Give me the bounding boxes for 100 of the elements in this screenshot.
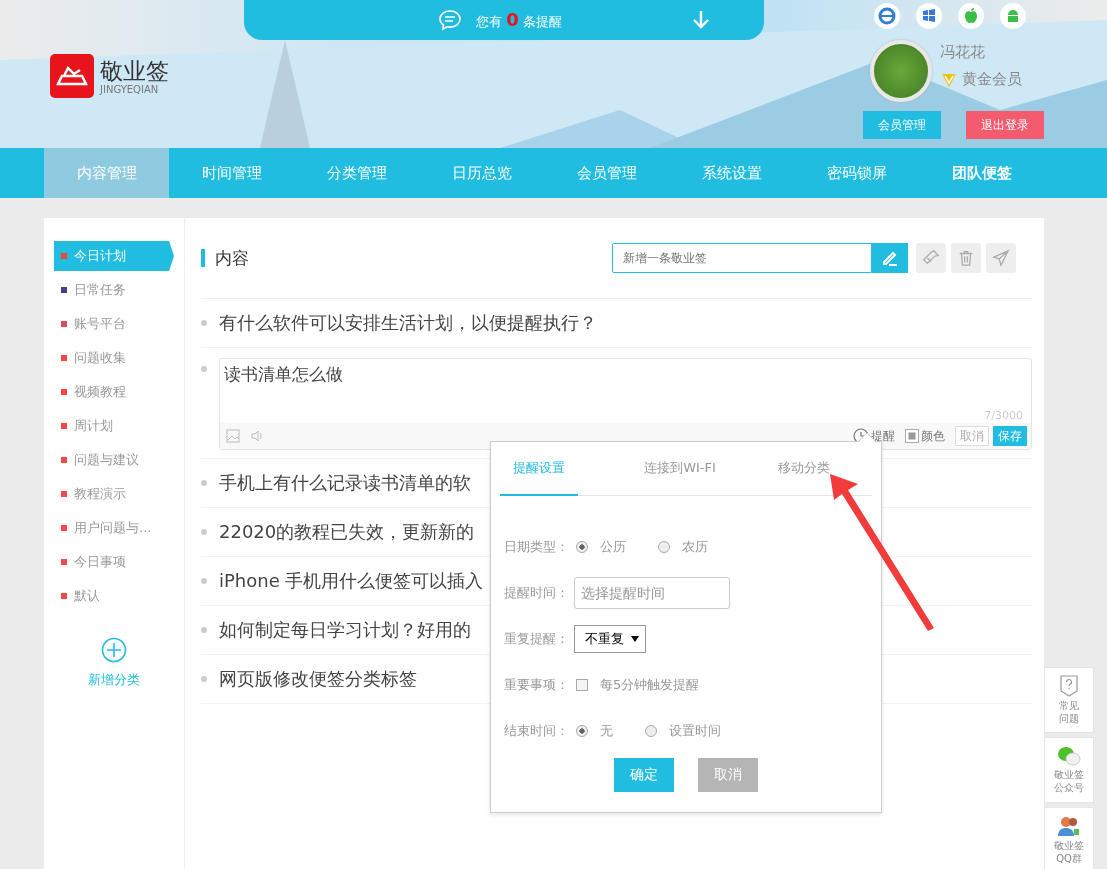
edit-button[interactable] xyxy=(872,243,908,273)
option-label: 每5分钟触发提醒 xyxy=(600,676,700,694)
category-label: 教程演示 xyxy=(74,485,126,503)
field-label: 结束时间： xyxy=(504,722,570,740)
save-button[interactable]: 保存 xyxy=(993,426,1027,446)
category-item[interactable]: 问题与建议 xyxy=(54,445,174,475)
tool-label: 敬业签 xyxy=(1054,839,1084,852)
checkbox[interactable] xyxy=(576,679,588,691)
category-label: 周计划 xyxy=(74,417,113,435)
radio-button[interactable] xyxy=(576,725,588,737)
category-item[interactable]: 今日计划 xyxy=(54,241,174,271)
new-note-field[interactable]: 新增一条敬业签 xyxy=(612,243,872,273)
tool-label: 公众号 xyxy=(1054,781,1084,794)
note-text[interactable]: 网页版修改便签分类标签 xyxy=(219,667,417,691)
popup-button[interactable]: 取消 xyxy=(698,758,758,792)
option-label: 农历 xyxy=(682,538,708,556)
bullet-dot xyxy=(201,366,207,372)
logo-subtitle: JINGYEQIAN xyxy=(100,83,160,95)
field-label: 重要事项： xyxy=(504,676,570,694)
note-text[interactable]: 手机上有什么记录读书清单的软 xyxy=(219,471,471,495)
category-label: 今日计划 xyxy=(74,247,126,265)
dropdown-caret-icon xyxy=(631,636,639,642)
chat-bubble-icon xyxy=(438,9,462,31)
category-item[interactable]: 今日事项 xyxy=(54,547,174,577)
tool-label: 问题 xyxy=(1059,712,1079,725)
note-text[interactable]: 如何制定每日学习计划？好用的 xyxy=(219,618,471,642)
category-label: 视频教程 xyxy=(74,383,126,401)
time-input[interactable]: 选择提醒时间 xyxy=(574,577,730,609)
people-icon xyxy=(1057,815,1081,837)
nav-tab[interactable]: 密码锁屏 xyxy=(794,148,919,198)
down-arrow-icon[interactable] xyxy=(692,10,710,30)
category-item[interactable]: 默认 xyxy=(54,581,174,611)
nav-tab[interactable]: 内容管理 xyxy=(44,148,169,198)
category-label: 今日事项 xyxy=(74,553,126,571)
windows-icon[interactable] xyxy=(916,3,942,29)
delete-button[interactable] xyxy=(951,243,981,273)
note-input[interactable]: 读书清单怎么做 xyxy=(220,359,1031,409)
android-icon[interactable] xyxy=(1000,3,1026,29)
category-item[interactable]: 周计划 xyxy=(54,411,174,441)
field-label: 日期类型： xyxy=(504,538,570,556)
nav-tab[interactable]: 系统设置 xyxy=(669,148,794,198)
category-item[interactable]: 问题收集 xyxy=(54,343,174,373)
bullet-dot xyxy=(201,320,207,326)
category-label: 默认 xyxy=(74,587,100,605)
category-label: 问题收集 xyxy=(74,349,126,367)
trash-icon xyxy=(957,248,975,268)
apple-icon[interactable] xyxy=(958,3,984,29)
note-text[interactable]: iPhone 手机用什么便签可以插入 xyxy=(219,569,484,593)
nav-tab[interactable]: 日历总览 xyxy=(419,148,544,198)
radio-button[interactable] xyxy=(645,725,657,737)
side-tool-button[interactable]: 敬业签 QQ群 xyxy=(1044,807,1094,869)
logo-title: 敬业签 xyxy=(100,57,169,84)
field-label: 重复提醒： xyxy=(504,630,570,648)
reminder-text: 您有 0 条提醒 xyxy=(476,9,562,31)
speaker-icon[interactable] xyxy=(250,429,264,443)
broom-button[interactable] xyxy=(916,243,946,273)
nav-tab[interactable]: 时间管理 xyxy=(169,148,294,198)
note-text[interactable]: 22020的教程已失效，更新新的 xyxy=(219,520,475,544)
popup-tab[interactable]: 连接到WI-FI xyxy=(618,442,742,496)
category-item[interactable]: 账号平台 xyxy=(54,309,174,339)
cancel-button[interactable]: 取消 xyxy=(955,426,989,446)
category-item[interactable]: 用户问题与... xyxy=(54,513,174,543)
tool-label: 常见 xyxy=(1059,699,1079,712)
send-button[interactable] xyxy=(986,243,1016,273)
popup-tab[interactable]: 移动分类 xyxy=(742,442,866,496)
category-label: 账号平台 xyxy=(74,315,126,333)
nav-tab[interactable]: 团队便签 xyxy=(919,148,1044,198)
note-text[interactable]: 有什么软件可以安排生活计划，以便提醒执行？ xyxy=(219,311,597,335)
radio-button[interactable] xyxy=(658,541,670,553)
image-icon[interactable] xyxy=(226,429,240,443)
section-title: 内容 xyxy=(201,249,249,267)
reminder-bar[interactable]: 您有 0 条提醒 xyxy=(244,0,764,40)
category-item[interactable]: 教程演示 xyxy=(54,479,174,509)
color-tool[interactable]: 颜色 xyxy=(905,427,945,445)
bullet-dot xyxy=(201,480,207,486)
bullet-dot xyxy=(201,627,207,633)
side-tool-button[interactable]: 常见 问题 xyxy=(1044,667,1094,733)
tool-label: 敬业签 xyxy=(1054,768,1084,781)
radio-button[interactable] xyxy=(576,541,588,553)
square-icon xyxy=(905,429,919,443)
nav-tab[interactable]: 分类管理 xyxy=(294,148,419,198)
clock-icon xyxy=(853,428,869,444)
option-label: 公历 xyxy=(600,538,626,556)
chat-bubbles-icon xyxy=(1057,746,1081,766)
add-circle-icon[interactable] xyxy=(101,637,127,663)
field-label: 提醒时间： xyxy=(504,584,570,602)
popup-button[interactable]: 确定 xyxy=(614,758,674,792)
category-label: 问题与建议 xyxy=(74,451,139,469)
pencil-icon xyxy=(881,249,899,267)
bullet-dot xyxy=(201,529,207,535)
category-item[interactable]: 视频教程 xyxy=(54,377,174,407)
user-button[interactable]: 会员管理 xyxy=(863,111,941,139)
repeat-dropdown[interactable]: 不重复 xyxy=(574,625,646,653)
browser-icon[interactable] xyxy=(874,3,900,29)
popup-tab[interactable]: 提醒设置 xyxy=(500,442,578,496)
nav-tab[interactable]: 会员管理 xyxy=(544,148,669,198)
category-item[interactable]: 日常任务 xyxy=(54,275,174,305)
side-tool-button[interactable]: 敬业签 公众号 xyxy=(1044,737,1094,803)
add-category-link[interactable]: 新增分类 xyxy=(88,671,140,689)
user-button[interactable]: 退出登录 xyxy=(966,111,1044,139)
